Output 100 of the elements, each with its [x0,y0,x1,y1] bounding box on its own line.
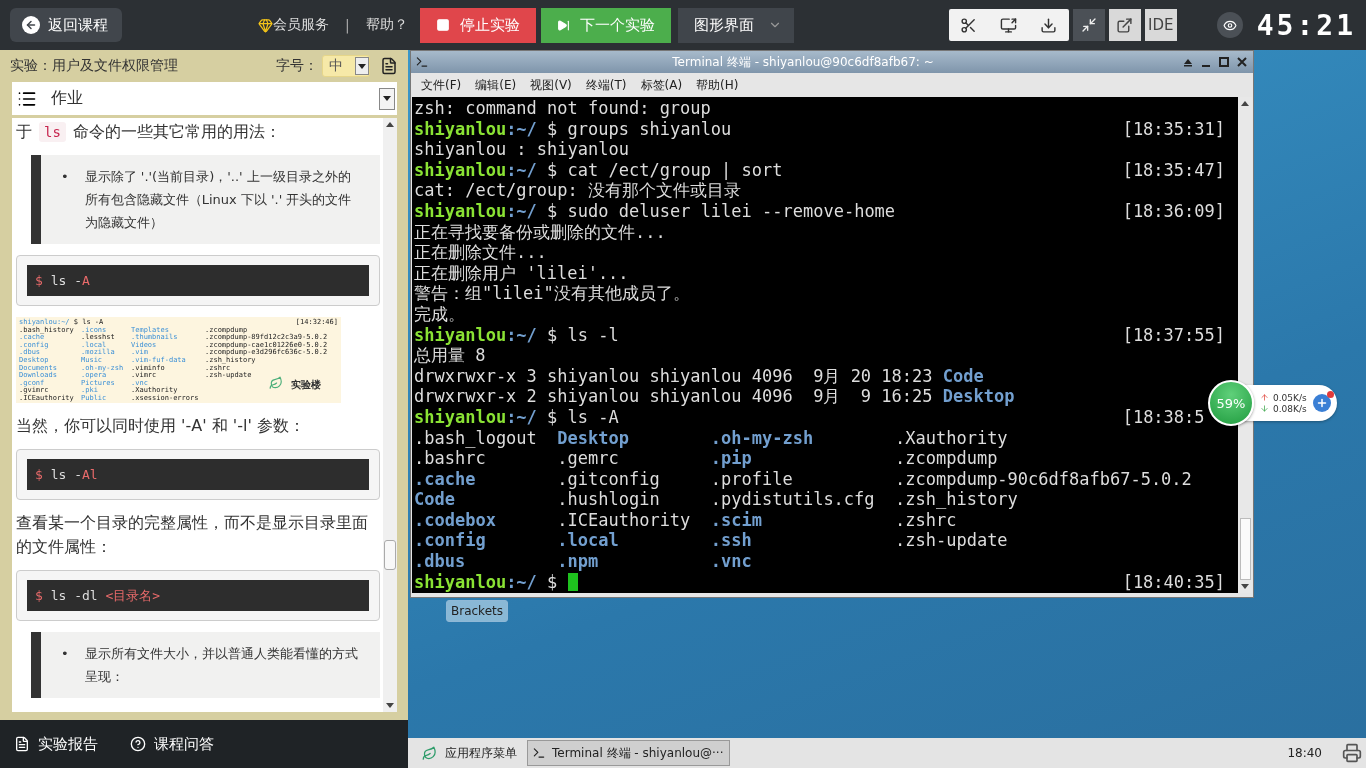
plus-button[interactable] [1312,394,1331,412]
bottom-link[interactable]: 实验报告 [14,734,98,754]
eye-icon[interactable] [1216,12,1243,38]
shrink-icon[interactable] [1072,9,1105,41]
stop-icon [435,18,450,32]
separator: | [345,17,350,33]
prompt-line: shiyanlou:~/ $ ls -l [414,324,619,346]
file-name: .bashrc [414,448,486,469]
file-name: .profile [710,468,793,489]
font-size-label: 字号： [276,57,318,75]
scroll-down-icon[interactable] [386,703,394,708]
scrollbar[interactable] [383,118,397,712]
inline-code: ls [39,122,66,142]
output-line: 正在删除用户 'lilei'... [414,262,629,284]
file-name: .zcompdump [895,448,998,469]
output-line: 总用量 8 [414,345,486,366]
maximize-icon[interactable] [1217,55,1231,69]
timestamp: [18:36:09] [1122,200,1225,221]
up-arrow-icon [1260,393,1269,402]
terminal-icon [532,746,546,760]
skip-icon [556,18,570,32]
dir-name: Desktop [942,386,1015,407]
timer: 45:21 [1256,8,1356,42]
file-name: .Xauthority [895,427,1008,448]
menu-item[interactable]: 编辑(E) [475,76,517,94]
output-line: cat: /ect/group: 没有那个文件或目录 [414,180,741,201]
leaf-logo-icon [269,376,283,390]
prompt-line: shiyanlou:~/ $ cat /ect/group | sort [414,159,783,181]
close-icon[interactable] [1235,55,1249,69]
output-line: 完成。 [414,303,465,325]
scrollbar-thumb[interactable] [384,539,396,570]
timestamp: [18:37:55] [1122,324,1225,345]
font-size-select[interactable]: 中 [322,55,370,77]
external-link-icon[interactable] [1108,9,1141,41]
bullet: • [61,645,69,663]
dir-name: Code [942,365,984,387]
document-icon[interactable] [380,57,398,75]
menu-item[interactable]: 帮助(H) [696,76,739,94]
note-text: 显示除了 '.'(当前目录)，'..' 上一级目录之外的所有包含隐藏文件（Linux 下以 '.' 开头的文件为隐藏文件） [84,168,353,232]
window-title: Terminal 终端 - shiyanlou@90c6df8afb67: ~ [671,53,935,71]
diamond-icon [258,17,273,33]
ide-button[interactable]: IDE [1144,9,1177,41]
bottom-link[interactable]: 课程问答 [130,734,214,754]
scroll-down-icon[interactable] [1241,584,1249,589]
file-name: .ICEauthority [557,509,691,530]
help-link[interactable]: 帮助？ [365,16,408,34]
printer-icon[interactable] [1342,743,1362,763]
file-name: .zsh-update [895,530,1008,551]
output-line: 正在删除文件... [414,242,547,263]
file-name: .npm [557,551,599,572]
taskbar-task[interactable]: Terminal 终端 - shiyanlou@··· [527,740,731,766]
app-menu-button[interactable]: 应用程序菜单 [416,743,523,763]
leaf-icon [422,745,437,761]
scroll-up-icon[interactable] [386,122,394,127]
file-name: .oh-my-zsh [710,427,814,448]
file-name: .zsh_history [895,489,1018,510]
question-icon [130,736,146,752]
timestamp: [18:40:35] [1122,571,1225,592]
screenshot-logo: 实验楼 [291,381,321,389]
output-line: 正在寻找要备份或删除的文件... [414,221,666,243]
desktop-icon-label[interactable]: Brackets [446,600,508,622]
file-name: .ssh [710,530,752,551]
vip-link[interactable]: 会员服务 [273,16,329,34]
notification-dot [1326,391,1334,398]
file-name: .scim [710,509,762,530]
file-name: .codebox [414,509,496,530]
scrollbar-thumb[interactable] [1239,518,1251,580]
prompt-line: shiyanlou:~/ $ [414,571,558,593]
file-name: .bash_logout [414,427,537,448]
file-name: Desktop [557,427,629,448]
down-arrow-icon [1260,404,1269,413]
menu-item[interactable]: 视图(V) [530,76,572,94]
menu-item[interactable]: 文件(F) [421,76,462,94]
menu-item[interactable]: 标签(A) [640,76,683,94]
lesson-title: 实验：用户及文件权限管理 [10,57,178,75]
section-select[interactable]: 作业 [12,82,397,118]
timestamp: [18:38:5 [1122,406,1205,427]
mode-select[interactable]: 图形界面 [677,7,794,43]
clock: 18:40 [1287,746,1322,760]
scroll-up-icon[interactable] [1241,101,1249,106]
timestamp: [18:35:31] [1122,118,1225,139]
file-name: .dbus [414,551,466,572]
file-name: .hushlogin [557,489,660,510]
plus-icon [1315,397,1328,409]
output-line: shiyanlou : shiyanlou [414,139,629,160]
file-name: .zcompdump-90c6df8afb67-5.0.2 [895,468,1192,489]
timestamp: [18:35:47] [1122,159,1225,180]
paragraph: 查看某一个目录的完整属性，而不是显示目录里面的文件属性： [16,512,369,558]
document-icon [14,736,30,752]
file-name: .gemrc [557,448,619,469]
prompt-line: shiyanlou:~/ $ groups shiyanlou [414,118,732,140]
prompt-line: shiyanlou:~/ $ ls -A [414,406,619,428]
file-name: .zshrc [895,509,957,530]
back-button[interactable]: 返回课程 [10,8,122,42]
stop-button[interactable]: 停止实验 [419,7,536,43]
menu-item[interactable]: 终端(T) [585,76,627,94]
file-name: .vnc [710,551,752,572]
terminal-icon [415,55,429,69]
output-line: zsh: command not found: group [414,98,711,119]
paragraph: 于 ls 命令的一些其它常用的用法： [16,121,283,144]
